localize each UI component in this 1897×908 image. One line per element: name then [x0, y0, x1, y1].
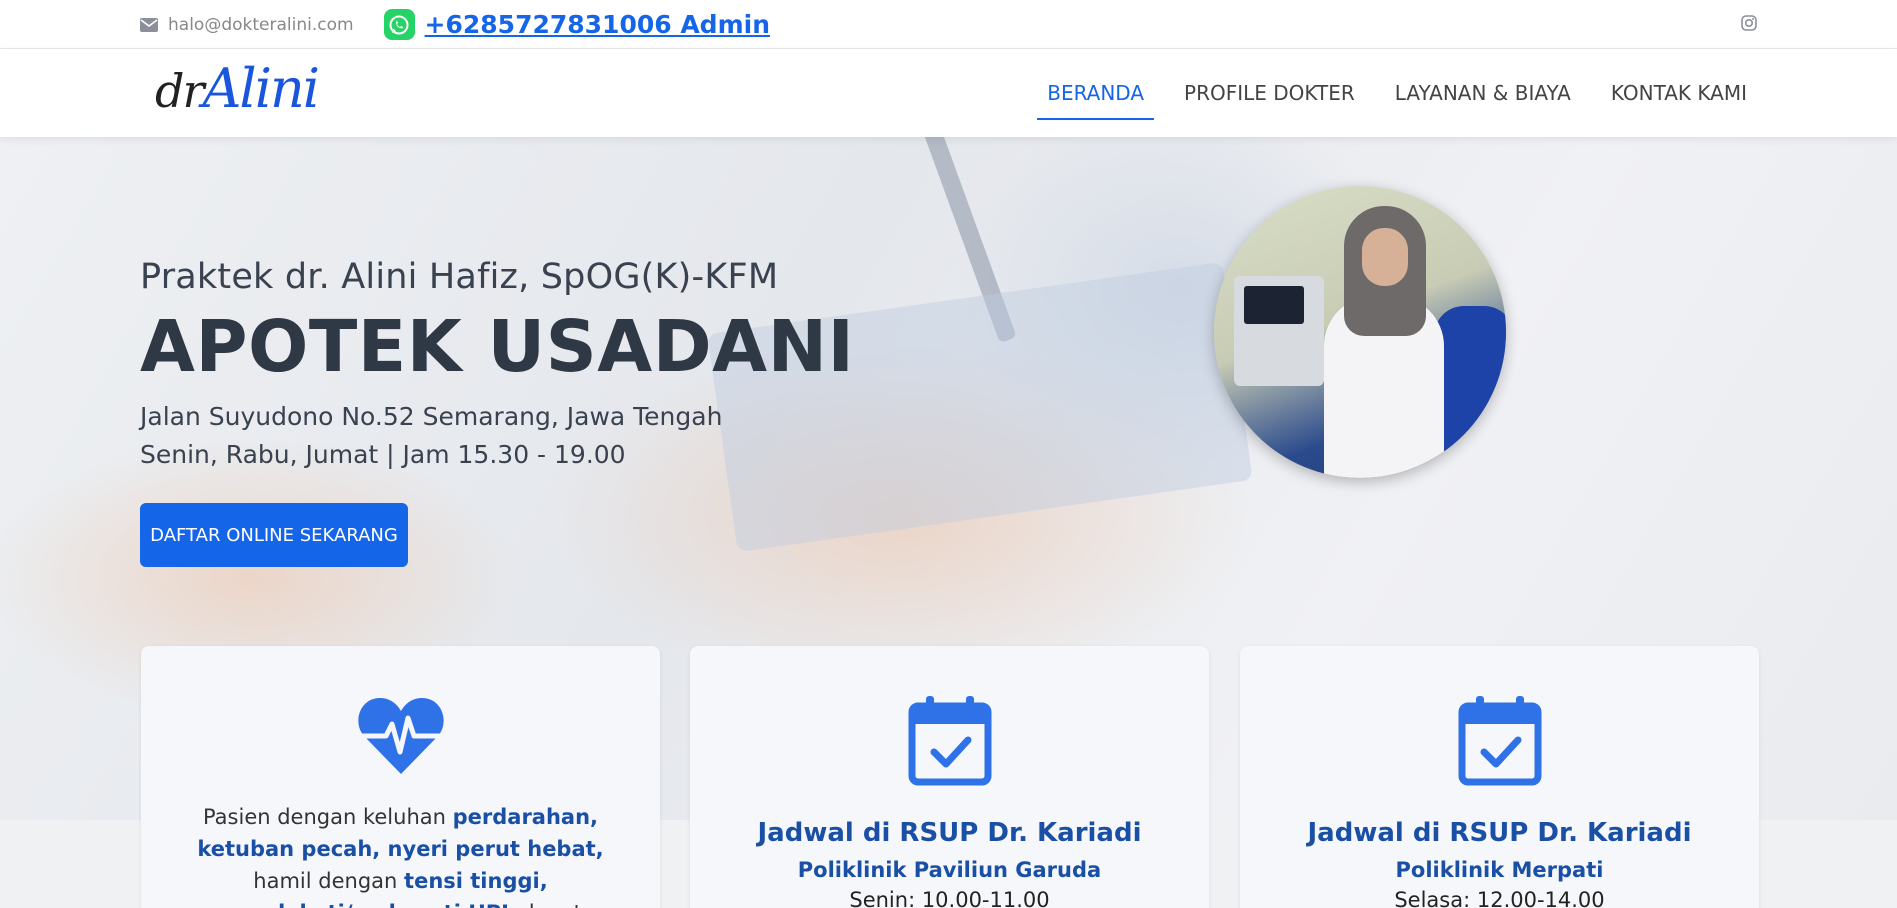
whatsapp-contact[interactable]: +6285727831006 Admin: [383, 9, 770, 40]
instagram-icon[interactable]: [1741, 14, 1757, 35]
whatsapp-icon: [383, 9, 415, 40]
desc-text-3: dapat: [515, 901, 582, 908]
envelope-icon: [140, 17, 158, 32]
schedule-clinic: Poliklinik Merpati: [1395, 858, 1604, 882]
face: [1362, 228, 1408, 286]
schedule-time: Selasa: 12.00-14.00: [1394, 888, 1605, 908]
whatsapp-link[interactable]: +6285727831006 Admin: [425, 10, 770, 39]
top-bar: halo@dokteralini.com +6285727831006 Admi…: [0, 0, 1897, 49]
hero-hours: Senin, Rabu, Jumat | Jam 15.30 - 19.00: [140, 440, 626, 469]
hero-text: Praktek dr. Alini Hafiz, SpOG(K)-KFM APO…: [140, 257, 854, 474]
logo-dr: dr: [155, 64, 204, 118]
nav-layanan-biaya[interactable]: LAYANAN & BIAYA: [1385, 49, 1581, 137]
schedule-title: Jadwal di RSUP Dr. Kariadi: [757, 818, 1142, 848]
logo-name: Alini: [202, 57, 320, 120]
heartbeat-icon: [356, 696, 446, 780]
schedule-title: Jadwal di RSUP Dr. Kariadi: [1307, 818, 1692, 848]
hero-address: Jalan Suyudono No.52 Semarang, Jawa Teng…: [140, 402, 723, 431]
calendar-check-icon: [908, 696, 992, 790]
ultrasound-screen: [1244, 286, 1304, 324]
schedule-time: Senin: 10.00-11.00: [849, 888, 1050, 908]
schedule-clinic: Poliklinik Paviliun Garuda: [797, 858, 1102, 882]
site-header: drAlini BERANDA PROFILE DOKTER LAYANAN &…: [0, 49, 1897, 137]
hero-title: APOTEK USADANI: [140, 305, 855, 388]
email-contact[interactable]: halo@dokteralini.com: [140, 15, 354, 35]
emergency-card: Pasien dengan keluhan perdarahan, ketuba…: [141, 646, 660, 908]
chair: [1434, 306, 1506, 456]
schedule-card-garuda: Jadwal di RSUP Dr. Kariadi Poliklinik Pa…: [690, 646, 1209, 908]
site-logo[interactable]: drAlini: [155, 57, 320, 120]
emergency-description: Pasien dengan keluhan perdarahan, ketuba…: [171, 801, 630, 908]
calendar-check-icon: [1458, 696, 1542, 790]
nav-profile-dokter[interactable]: PROFILE DOKTER: [1174, 49, 1365, 137]
schedule-card-merpati: Jadwal di RSUP Dr. Kariadi Poliklinik Me…: [1240, 646, 1759, 908]
hero-address-block: Jalan Suyudono No.52 Semarang, Jawa Teng…: [140, 398, 854, 474]
email-text: halo@dokteralini.com: [168, 14, 354, 35]
register-online-button[interactable]: DAFTAR ONLINE SEKARANG: [140, 503, 408, 567]
main-nav: BERANDA PROFILE DOKTER LAYANAN & BIAYA K…: [1017, 49, 1757, 137]
hero-subtitle: Praktek dr. Alini Hafiz, SpOG(K)-KFM: [140, 257, 779, 297]
nav-kontak-kami[interactable]: KONTAK KAMI: [1601, 49, 1757, 137]
doctor-photo: [1214, 186, 1506, 478]
desc-text-2: hamil dengan: [253, 869, 405, 893]
desc-text-1: Pasien dengan keluhan: [202, 805, 453, 829]
nav-beranda[interactable]: BERANDA: [1037, 49, 1154, 137]
